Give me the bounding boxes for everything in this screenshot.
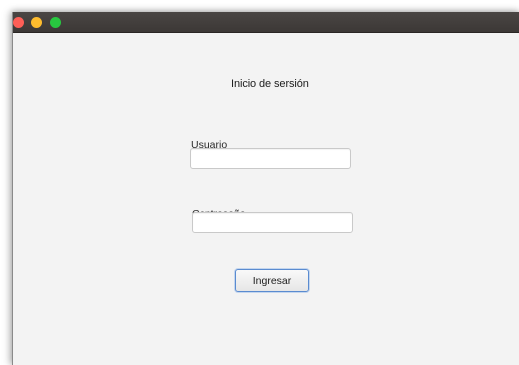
- submit-button[interactable]: Ingresar: [235, 269, 309, 292]
- maximize-button[interactable]: [50, 17, 61, 28]
- close-button[interactable]: [13, 17, 24, 28]
- login-window: Inicio de sersión Usuario Ccntraseña Ing…: [12, 12, 519, 365]
- username-input[interactable]: [190, 148, 351, 169]
- login-title: Inicio de sersión: [231, 78, 309, 90]
- minimize-button[interactable]: [31, 17, 42, 28]
- title-bar[interactable]: [13, 12, 519, 33]
- password-input[interactable]: [192, 212, 353, 233]
